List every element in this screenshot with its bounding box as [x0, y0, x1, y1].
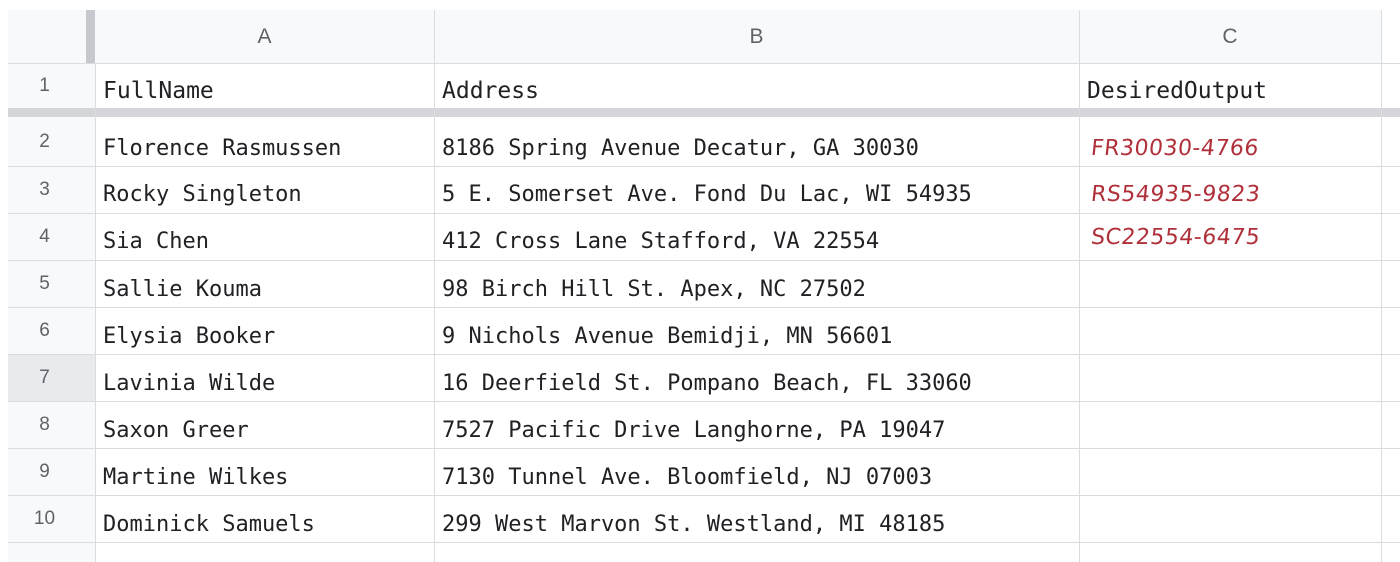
row-header-partial	[8, 542, 95, 562]
row-header-10[interactable]: 10	[8, 495, 95, 542]
gridline	[95, 63, 96, 562]
cell-a3[interactable]: Rocky Singleton	[95, 171, 434, 218]
handwritten-output-c2: FR30030-4766	[1089, 136, 1261, 161]
cell-a10[interactable]: Dominick Samuels	[95, 501, 434, 548]
gridline	[8, 213, 1400, 214]
gridline	[8, 354, 1400, 355]
cell-a7[interactable]: Lavinia Wilde	[95, 360, 434, 407]
gridline	[434, 10, 435, 562]
cell-b9[interactable]: 7130 Tunnel Ave. Bloomfield, NJ 07003	[434, 454, 1079, 501]
cell-b5[interactable]: 98 Birch Hill St. Apex, NC 27502	[434, 266, 1079, 313]
cell-a8[interactable]: Saxon Greer	[95, 407, 434, 454]
cell-b10[interactable]: 299 West Marvon St. Westland, MI 48185	[434, 501, 1079, 548]
row-header-1[interactable]: 1	[8, 63, 95, 108]
row-header-3[interactable]: 3	[8, 166, 95, 213]
gridline	[8, 63, 1400, 64]
gridline	[8, 260, 1400, 261]
gridline	[8, 448, 1400, 449]
gridline	[8, 542, 1400, 543]
row-header-8[interactable]: 8	[8, 401, 95, 448]
gridline	[8, 166, 1400, 167]
column-header-c[interactable]: C	[1079, 10, 1381, 63]
cell-b4[interactable]: 412 Cross Lane Stafford, VA 22554	[434, 218, 1079, 265]
column-header-a[interactable]: A	[95, 10, 434, 63]
row-header-2[interactable]: 2	[8, 117, 95, 166]
frozen-column-handle[interactable]	[86, 10, 95, 63]
handwritten-output-c4: SC22554-6475	[1089, 225, 1262, 250]
row-header-5[interactable]: 5	[8, 260, 95, 307]
row-header-4[interactable]: 4	[8, 213, 95, 260]
gridline	[1079, 10, 1080, 562]
row-header-6[interactable]: 6	[8, 307, 95, 354]
spreadsheet-grid: A B C 1 FullName Address DesiredOutput 2…	[0, 0, 1400, 562]
handwritten-output-c3: RS54935-9823	[1089, 182, 1262, 207]
select-all-corner[interactable]	[8, 10, 86, 63]
cell-b7[interactable]: 16 Deerfield St. Pompano Beach, FL 33060	[434, 360, 1079, 407]
column-header-b[interactable]: B	[434, 10, 1079, 63]
cell-b3[interactable]: 5 E. Somerset Ave. Fond Du Lac, WI 54935	[434, 171, 1079, 218]
gridline	[8, 495, 1400, 496]
cell-a5[interactable]: Sallie Kouma	[95, 266, 434, 313]
gridline	[1381, 10, 1382, 562]
gridline	[8, 401, 1400, 402]
row-header-7[interactable]: 7	[8, 354, 95, 401]
row-header-9[interactable]: 9	[8, 448, 95, 495]
frozen-row-divider[interactable]	[8, 108, 1400, 117]
gridline	[8, 307, 1400, 308]
cell-a4[interactable]: Sia Chen	[95, 218, 434, 265]
cell-b6[interactable]: 9 Nichols Avenue Bemidji, MN 56601	[434, 313, 1079, 360]
cell-a6[interactable]: Elysia Booker	[95, 313, 434, 360]
cell-b8[interactable]: 7527 Pacific Drive Langhorne, PA 19047	[434, 407, 1079, 454]
cell-a9[interactable]: Martine Wilkes	[95, 454, 434, 501]
